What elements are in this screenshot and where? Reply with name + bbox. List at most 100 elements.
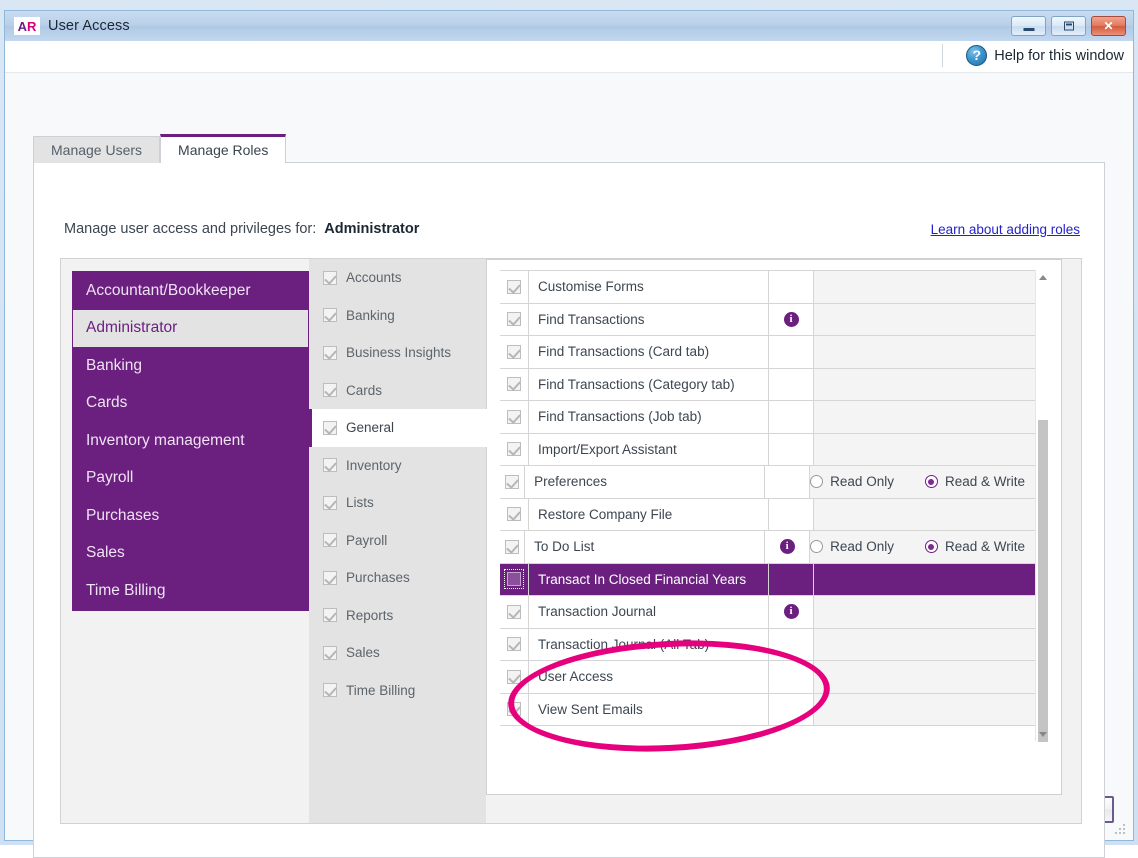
permission-name-cell: User Access xyxy=(529,661,769,693)
radio-read-only[interactable]: Read Only xyxy=(810,474,894,489)
category-item[interactable]: Cards xyxy=(309,372,486,410)
checkbox-icon[interactable] xyxy=(507,605,521,619)
permission-row[interactable]: View Sent Emails xyxy=(500,694,1036,727)
permission-checkbox-cell xyxy=(500,661,529,693)
checkbox-icon[interactable] xyxy=(507,637,521,651)
radio-button-icon[interactable] xyxy=(810,475,823,488)
radio-read-write[interactable]: Read & Write xyxy=(925,539,1025,554)
category-item[interactable]: Business Insights xyxy=(309,334,486,372)
help-for-this-window-link[interactable]: ? Help for this window xyxy=(966,45,1124,66)
question-circle-icon: ? xyxy=(966,45,987,66)
category-item[interactable]: Accounts xyxy=(309,259,486,297)
checkbox-icon[interactable] xyxy=(323,533,337,547)
close-window-button[interactable]: ✕ xyxy=(1091,16,1126,36)
role-item[interactable]: Inventory management xyxy=(73,422,308,460)
checkbox-icon[interactable] xyxy=(323,308,337,322)
radio-read-write[interactable]: Read & Write xyxy=(925,474,1025,489)
permission-info-cell xyxy=(769,629,814,661)
checkbox-icon[interactable] xyxy=(507,572,521,586)
category-item[interactable]: Reports xyxy=(309,597,486,635)
category-item[interactable]: Banking xyxy=(309,297,486,335)
category-item[interactable]: Payroll xyxy=(309,522,486,560)
permission-row[interactable]: Transact In Closed Financial Years xyxy=(500,564,1036,597)
checkbox-icon[interactable] xyxy=(505,475,519,489)
radio-read-only[interactable]: Read Only xyxy=(810,539,894,554)
radio-button-icon[interactable] xyxy=(925,475,938,488)
checkbox-icon[interactable] xyxy=(323,383,337,397)
checkbox-icon[interactable] xyxy=(507,507,521,521)
resize-grip-icon[interactable] xyxy=(1115,824,1127,836)
checkbox-icon[interactable] xyxy=(507,670,521,684)
permission-row[interactable]: Restore Company File xyxy=(500,499,1036,532)
checkbox-icon[interactable] xyxy=(323,496,337,510)
permission-name-cell: Transaction Journal (All Tab) xyxy=(529,629,769,661)
checkbox-icon[interactable] xyxy=(323,683,337,697)
role-item-label: Sales xyxy=(86,544,125,562)
info-icon[interactable]: i xyxy=(784,312,799,327)
permission-row[interactable]: User Access xyxy=(500,661,1036,694)
scroll-down-arrow-icon[interactable] xyxy=(1036,727,1050,741)
permission-row[interactable]: Import/Export Assistant xyxy=(500,434,1036,467)
permission-row[interactable]: To Do ListiRead OnlyRead & Write xyxy=(500,531,1036,564)
role-item[interactable]: Administrator xyxy=(73,310,308,348)
permission-row[interactable]: PreferencesRead OnlyRead & Write xyxy=(500,466,1036,499)
role-item[interactable]: Time Billing xyxy=(73,572,308,610)
tab-container: Manage Users Manage Roles Manage user ac… xyxy=(5,72,1133,840)
category-item[interactable]: General xyxy=(309,409,500,447)
permission-checkbox-cell xyxy=(500,434,529,466)
tab-manage-roles[interactable]: Manage Roles xyxy=(160,134,286,163)
checkbox-icon[interactable] xyxy=(507,442,521,456)
permission-row[interactable]: Find Transactionsi xyxy=(500,304,1036,337)
category-item[interactable]: Sales xyxy=(309,634,486,672)
radio-button-icon[interactable] xyxy=(810,540,823,553)
permission-row[interactable]: Find Transactions (Job tab) xyxy=(500,401,1036,434)
role-item[interactable]: Accountant/Bookkeeper xyxy=(73,272,308,310)
permission-label: User Access xyxy=(538,669,613,684)
checkbox-icon[interactable] xyxy=(323,346,337,360)
categories-list: AccountsBankingBusiness InsightsCardsGen… xyxy=(309,259,486,823)
info-icon[interactable]: i xyxy=(784,604,799,619)
checkbox-icon[interactable] xyxy=(323,608,337,622)
radio-label: Read Only xyxy=(830,539,894,554)
maximize-button[interactable] xyxy=(1051,16,1086,36)
category-item[interactable]: Lists xyxy=(309,484,486,522)
checkbox-icon[interactable] xyxy=(323,458,337,472)
category-item[interactable]: Time Billing xyxy=(309,672,486,710)
tab-manage-users[interactable]: Manage Users xyxy=(33,136,160,163)
checkbox-icon[interactable] xyxy=(507,345,521,359)
checkbox-icon[interactable] xyxy=(507,410,521,424)
role-item[interactable]: Payroll xyxy=(73,460,308,498)
minimize-button[interactable] xyxy=(1011,16,1046,36)
permission-row[interactable]: Find Transactions (Category tab) xyxy=(500,369,1036,402)
app-logo-letter-r: R xyxy=(27,20,36,33)
scroll-up-arrow-icon[interactable] xyxy=(1036,270,1050,284)
checkbox-icon[interactable] xyxy=(507,377,521,391)
minimize-icon xyxy=(1023,28,1034,31)
checkbox-icon[interactable] xyxy=(505,540,519,554)
category-item[interactable]: Inventory xyxy=(309,447,486,485)
checkbox-icon[interactable] xyxy=(323,421,337,435)
checkbox-icon[interactable] xyxy=(507,280,521,294)
permission-row[interactable]: Transaction Journal (All Tab) xyxy=(500,629,1036,662)
permission-label: Customise Forms xyxy=(538,279,644,294)
permission-row[interactable]: Find Transactions (Card tab) xyxy=(500,336,1036,369)
role-item[interactable]: Purchases xyxy=(73,497,308,535)
info-icon[interactable]: i xyxy=(780,539,795,554)
checkbox-icon[interactable] xyxy=(507,312,521,326)
permissions-scrollbar[interactable] xyxy=(1035,270,1049,741)
role-item[interactable]: Cards xyxy=(73,385,308,423)
role-item[interactable]: Banking xyxy=(73,347,308,385)
checkbox-icon[interactable] xyxy=(507,702,521,716)
role-item[interactable]: Sales xyxy=(73,535,308,573)
learn-about-adding-roles-link[interactable]: Learn about adding roles xyxy=(931,222,1080,237)
permission-row[interactable]: Customise Forms xyxy=(500,271,1036,304)
checkbox-icon[interactable] xyxy=(323,271,337,285)
scrollbar-thumb[interactable] xyxy=(1038,420,1048,742)
radio-button-icon[interactable] xyxy=(925,540,938,553)
category-item-label: Purchases xyxy=(346,570,410,585)
checkbox-icon[interactable] xyxy=(323,571,337,585)
checkbox-icon[interactable] xyxy=(323,646,337,660)
category-item[interactable]: Purchases xyxy=(309,559,486,597)
title-bar[interactable]: AR User Access ✕ xyxy=(5,11,1133,41)
permission-row[interactable]: Transaction Journali xyxy=(500,596,1036,629)
